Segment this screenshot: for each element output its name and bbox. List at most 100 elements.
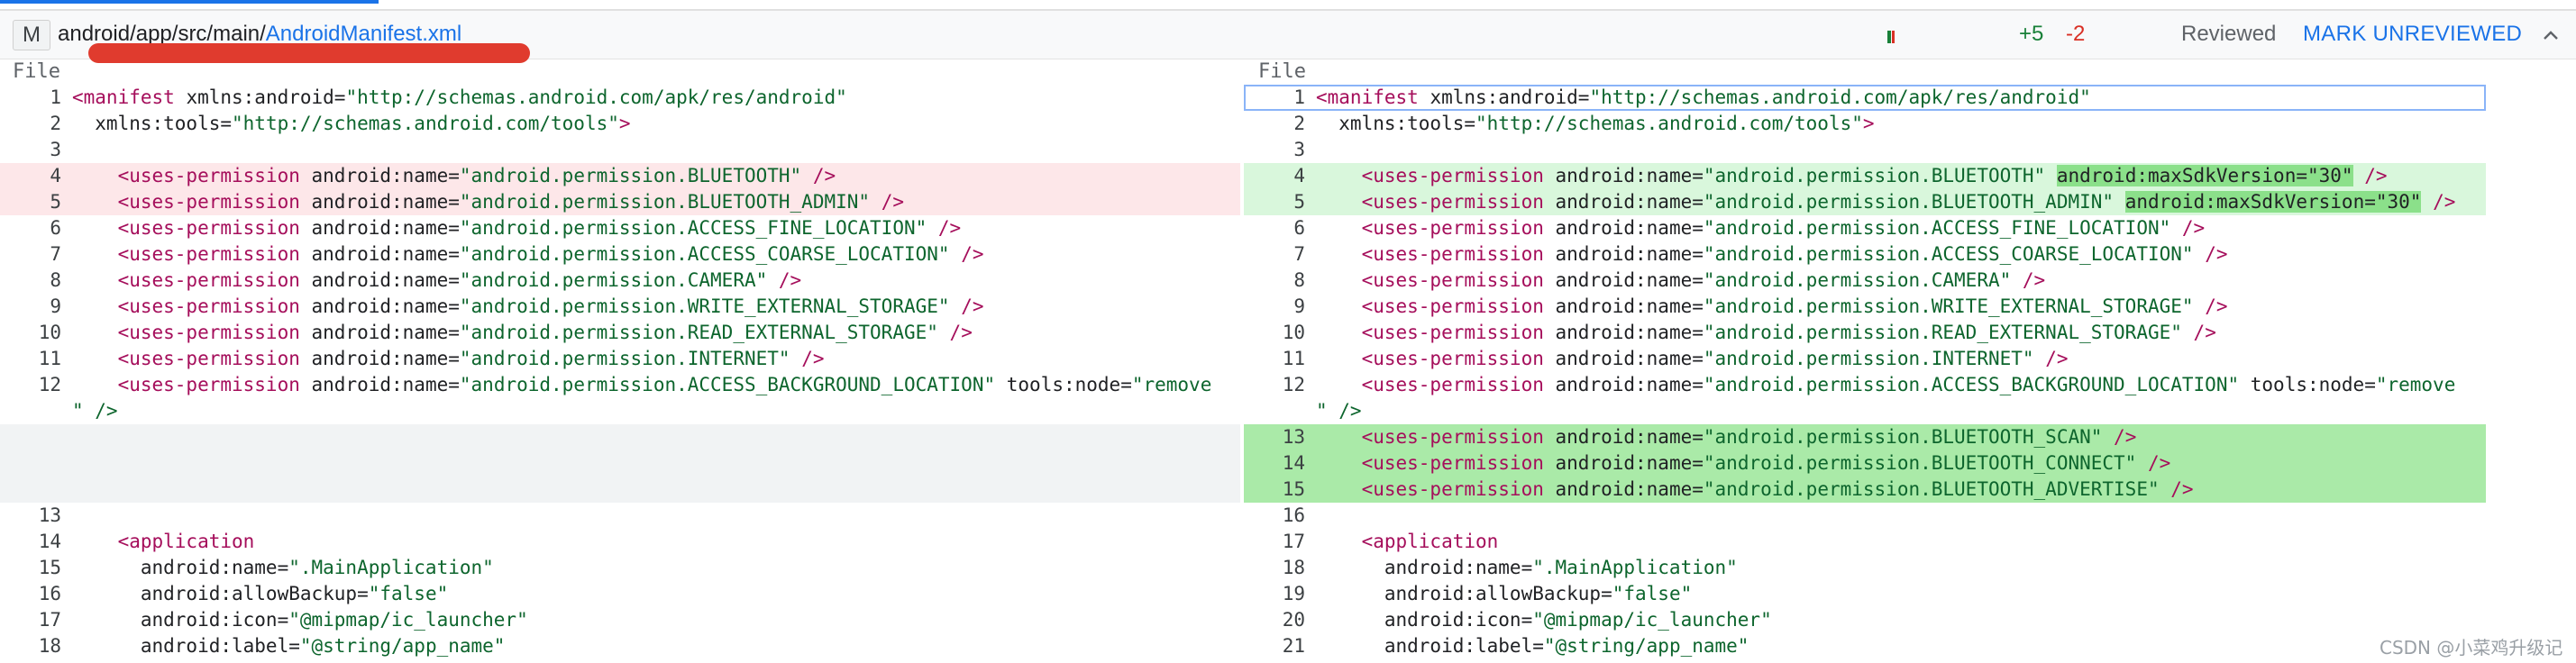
line-number: 21: [1282, 635, 1305, 657]
line-number: 3: [1293, 139, 1305, 160]
added-row: 13 <uses-permission android:name="androi…: [1244, 424, 2486, 450]
line-number: 14: [38, 531, 61, 552]
diff-row: 18 android:name=".MainApplication": [1244, 555, 2486, 581]
line-number: 11: [38, 348, 61, 369]
line-number: 1: [1293, 86, 1305, 108]
mark-unreviewed-button[interactable]: MARK UNREVIEWED: [2303, 20, 2522, 49]
diff-row: 12 <uses-permission android:name="androi…: [0, 372, 1240, 398]
code-line: <uses-permission android:name="android.p…: [1316, 269, 2046, 291]
code-line: <manifest xmlns:android="http://schemas.…: [1316, 86, 2091, 108]
chevron-up-icon[interactable]: [2540, 25, 2562, 51]
added-row: 4 <uses-permission android:name="android…: [1244, 163, 2486, 189]
diff-row: 19 android:allowBackup="false": [1244, 581, 2486, 607]
line-number: 2: [50, 113, 61, 134]
code-line: <uses-permission android:name="android.p…: [72, 348, 825, 369]
code-line: android:allowBackup="false": [1316, 583, 1693, 604]
deleted-row: 5 <uses-permission android:name="android…: [0, 189, 1240, 215]
diff-row: 14 <application: [0, 529, 1240, 555]
line-number: 13: [38, 504, 61, 526]
line-number: 4: [50, 165, 61, 186]
code-line: android:allowBackup="false": [72, 583, 449, 604]
code-line: android:label="@string/app_name": [1316, 635, 1749, 657]
added-row: 14 <uses-permission android:name="androi…: [1244, 450, 2486, 477]
line-number: 18: [1282, 557, 1305, 578]
code-line: <uses-permission android:name="android.p…: [1316, 295, 2228, 317]
line-number: 12: [1282, 374, 1305, 395]
diff-filler: [0, 424, 1240, 503]
diff-row: 17 android:icon="@mipmap/ic_launcher": [0, 607, 1240, 633]
code-line: <uses-permission android:name="android.p…: [72, 191, 904, 213]
code-line: " />: [1316, 400, 1362, 422]
line-number: 17: [1282, 531, 1305, 552]
diff-row: 20 android:icon="@mipmap/ic_launcher": [1244, 607, 2486, 633]
watermark-text: CSDN @小菜鸡升级记: [2380, 637, 2563, 658]
line-number: 9: [50, 295, 61, 317]
code-line: <uses-permission android:name="android.p…: [1316, 426, 2137, 448]
line-number: 12: [38, 374, 61, 395]
added-row: 15 <uses-permission android:name="androi…: [1244, 477, 2486, 503]
line-number: 18: [38, 635, 61, 657]
line-number: 7: [50, 243, 61, 265]
code-line: <uses-permission android:name="android.p…: [1316, 243, 2228, 265]
diff-row: 1 <manifest xmlns:android="http://schema…: [0, 85, 1240, 111]
line-number: 15: [38, 557, 61, 578]
diff-row: 7 <uses-permission android:name="android…: [1244, 241, 2486, 268]
diff-row[interactable]: 1 <manifest xmlns:android="http://schema…: [1244, 85, 2486, 111]
diff-row: 6 <uses-permission android:name="android…: [0, 215, 1240, 241]
code-line: android:icon="@mipmap/ic_launcher": [1316, 609, 1772, 631]
removed-size-bar: [1892, 31, 1895, 43]
line-number: 20: [1282, 609, 1305, 631]
diff-row: 3: [1244, 137, 2486, 163]
diff-row: 16: [1244, 503, 2486, 529]
diff-row: 18 android:label="@string/app_name": [0, 633, 1240, 659]
left-diff-pane: 1 <manifest xmlns:android="http://schema…: [0, 85, 1240, 663]
change-size-bar: [1887, 31, 1895, 43]
reviewed-status: Reviewed: [2181, 22, 2277, 46]
line-number: 15: [1282, 478, 1305, 500]
code-line: <uses-permission android:name="android.p…: [1316, 191, 2456, 213]
diff-row: 21 android:label="@string/app_name": [1244, 633, 2486, 659]
code-line: <manifest xmlns:android="http://schemas.…: [72, 86, 847, 108]
file-name-link[interactable]: AndroidManifest.xml: [266, 22, 461, 46]
code-line: <uses-permission android:name="android.p…: [1316, 348, 2069, 369]
active-tab-indicator: [0, 0, 379, 4]
line-number: 10: [38, 322, 61, 343]
line-number: 13: [1282, 426, 1305, 448]
diff-row: 8 <uses-permission android:name="android…: [1244, 268, 2486, 294]
line-number: 1: [50, 86, 61, 108]
line-number: 11: [1282, 348, 1305, 369]
line-number: 3: [50, 139, 61, 160]
right-column-header: File: [1258, 60, 1306, 83]
file-path-prefix: android/app/src/main/: [58, 22, 266, 46]
diff-row: 13: [0, 503, 1240, 529]
added-size-bar: [1887, 31, 1891, 43]
line-number: 7: [1293, 243, 1305, 265]
line-number: 5: [1293, 191, 1305, 213]
line-number: 10: [1282, 322, 1305, 343]
diff-row: 9 <uses-permission android:name="android…: [0, 294, 1240, 320]
diff-row: 2 xmlns:tools="http://schemas.android.co…: [1244, 111, 2486, 137]
diff-row: 16 android:allowBackup="false": [0, 581, 1240, 607]
code-line: android:label="@string/app_name": [72, 635, 506, 657]
diff-row: 6 <uses-permission android:name="android…: [1244, 215, 2486, 241]
code-line: android:name=".MainApplication": [1316, 557, 1738, 578]
code-line: <uses-permission android:name="android.p…: [1316, 322, 2216, 343]
diff-row: 10 <uses-permission android:name="androi…: [1244, 320, 2486, 346]
code-line: xmlns:tools="http://schemas.android.com/…: [72, 113, 631, 134]
code-line: <uses-permission android:name="android.p…: [1316, 478, 2194, 500]
diff-row: 11 <uses-permission android:name="androi…: [0, 346, 1240, 372]
code-line: <uses-permission android:name="android.p…: [72, 322, 973, 343]
line-number: 14: [1282, 452, 1305, 474]
diff-row: 8 <uses-permission android:name="android…: [0, 268, 1240, 294]
code-line: <uses-permission android:name="android.p…: [72, 217, 962, 239]
diff-row: 3: [0, 137, 1240, 163]
line-number: 19: [1282, 583, 1305, 604]
diff-row-continuation: " />: [0, 398, 1240, 424]
code-line: <uses-permission android:name="android.p…: [72, 295, 984, 317]
line-number: 9: [1293, 295, 1305, 317]
diff-row: 12 <uses-permission android:name="androi…: [1244, 372, 2486, 398]
line-number: 6: [50, 217, 61, 239]
line-number: 17: [38, 609, 61, 631]
line-number: 16: [1282, 504, 1305, 526]
lines-removed-count: -2: [2066, 22, 2086, 46]
